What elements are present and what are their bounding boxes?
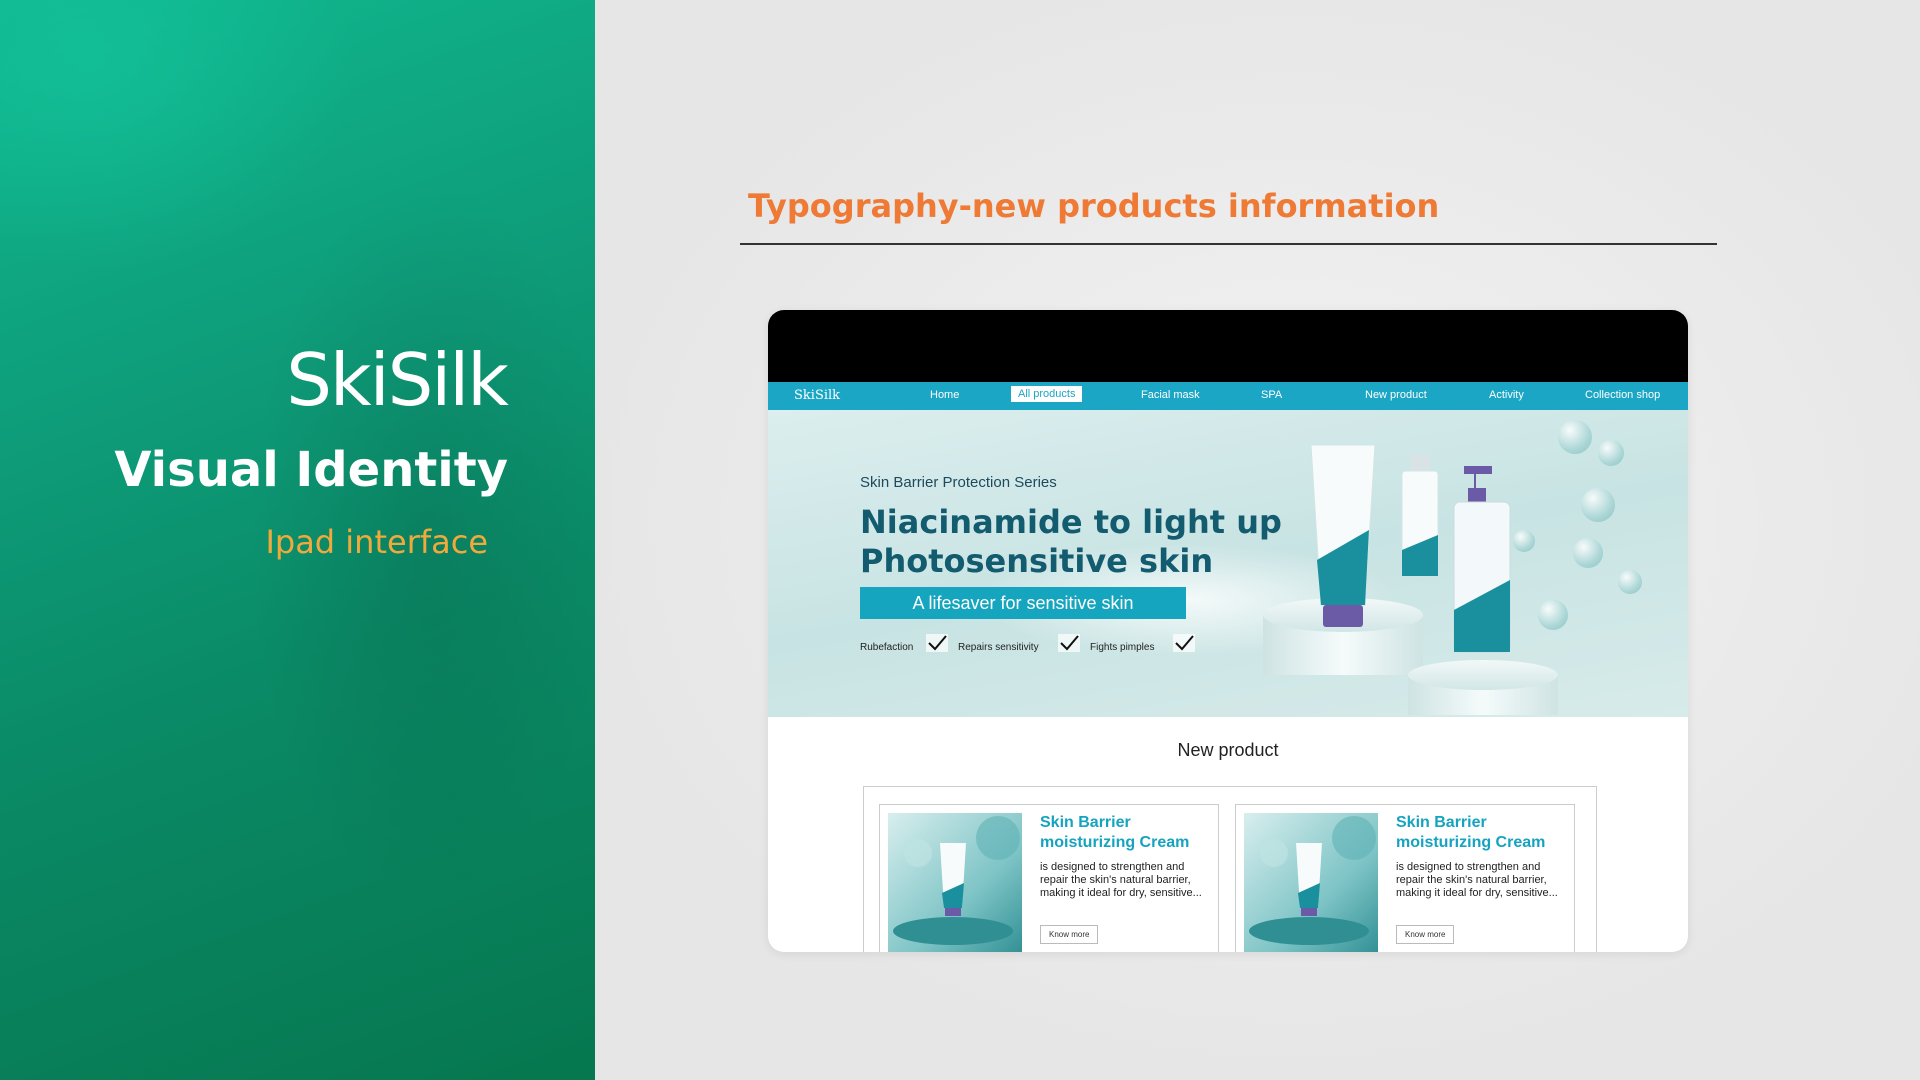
nav-item-spa[interactable]: SPA	[1261, 389, 1282, 401]
know-more-button[interactable]: Know more	[1396, 925, 1455, 944]
new-product-title: New product	[1177, 740, 1279, 760]
nav-item-home[interactable]: Home	[930, 389, 959, 401]
hero-headline: Niacinamide to light up Photosensitive s…	[860, 503, 1282, 581]
benefit-label: Rubefaction	[860, 642, 914, 653]
nav-item-facial-mask[interactable]: Facial mask	[1141, 389, 1200, 401]
ipad-interface-subtitle: Ipad interface	[265, 523, 488, 561]
cream-tube-icon	[1249, 816, 1376, 945]
hero-headline-line1: Niacinamide to light up	[860, 503, 1282, 541]
cream-tube-icon	[1310, 444, 1376, 627]
nav-item-new-product[interactable]: New product	[1365, 389, 1427, 401]
cream-tube-icon	[893, 816, 1020, 945]
nav-item-activity[interactable]: Activity	[1489, 389, 1524, 401]
product-description: is designed to strengthen and repair the…	[1040, 861, 1202, 899]
check-icon	[926, 634, 948, 652]
molecule-icon	[1573, 538, 1603, 568]
molecule-icon	[1581, 488, 1615, 522]
product-image	[888, 813, 1022, 952]
molecule-icon	[1538, 600, 1568, 630]
nav-logo[interactable]: SkiSilk	[794, 388, 840, 403]
know-more-button[interactable]: Know more	[1040, 925, 1099, 944]
check-icon	[1058, 634, 1080, 652]
check-icon	[1173, 634, 1195, 652]
visual-identity-title: Visual Identity	[114, 442, 508, 498]
product-title[interactable]: Skin Barrier moisturizing Cream	[1040, 813, 1210, 853]
nav-item-collection-shop[interactable]: Collection shop	[1585, 389, 1660, 401]
nav-item-all-products[interactable]: All products	[1011, 386, 1083, 402]
ipad-mockup: SkiSilk Home All products Facial mask SP…	[768, 310, 1688, 952]
left-panel: SkiSilk Visual Identity Ipad interface	[0, 0, 595, 1080]
brand-logo: SkiSilk	[286, 338, 509, 422]
molecule-icon	[1618, 570, 1642, 594]
product-title[interactable]: Skin Barrier moisturizing Cream	[1396, 813, 1566, 853]
section-heading: Typography-new products information	[748, 187, 1440, 225]
site-navbar: SkiSilk Home All products Facial mask SP…	[768, 382, 1688, 410]
device-top-bar	[768, 310, 1688, 382]
product-card: Skin Barrier moisturizing Cream is desig…	[1235, 804, 1575, 952]
product-card: Skin Barrier moisturizing Cream is desig…	[879, 804, 1219, 952]
hero-headline-line2: Photosensitive skin	[860, 542, 1214, 580]
benefit-label: Repairs sensitivity	[958, 642, 1039, 653]
benefit-label: Fights pimples	[1090, 642, 1155, 653]
serum-bottle-icon	[1401, 455, 1439, 577]
molecule-icon	[1598, 440, 1624, 466]
hero-banner: Skin Barrier Protection Series Niacinami…	[768, 410, 1688, 717]
hero-tagline: A lifesaver for sensitive skin	[860, 587, 1186, 619]
pedestal-top	[1408, 660, 1558, 690]
hero-series-label: Skin Barrier Protection Series	[860, 474, 1057, 491]
heading-divider	[740, 243, 1717, 245]
product-description: is designed to strengthen and repair the…	[1396, 861, 1558, 899]
product-image	[1244, 813, 1378, 952]
pump-bottle-icon	[1453, 466, 1511, 653]
molecule-icon	[1558, 420, 1592, 454]
